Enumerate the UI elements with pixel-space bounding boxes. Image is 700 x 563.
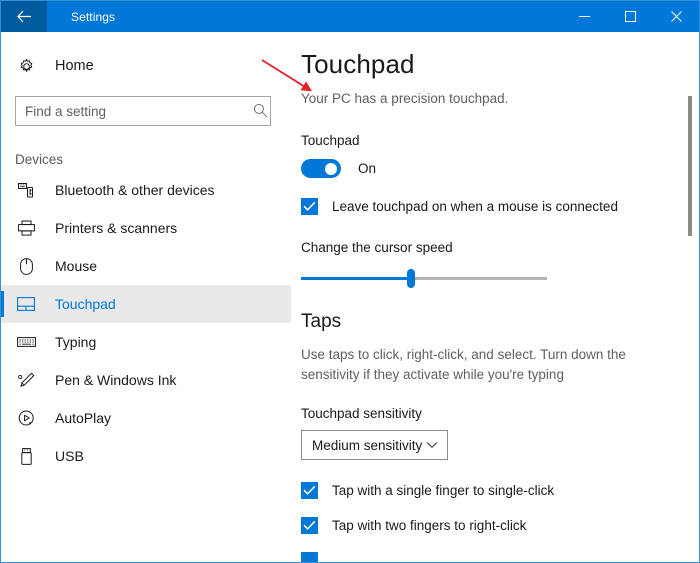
checkbox-tap-single-finger[interactable] (301, 482, 318, 500)
sidebar-label-printers: Printers & scanners (55, 220, 178, 236)
pen-icon (15, 372, 37, 389)
tap-single-finger-checkbox-row[interactable]: Tap with a single finger to single-click (301, 482, 699, 500)
taps-description: Use taps to click, right-click, and sele… (301, 347, 626, 382)
back-button[interactable] (1, 1, 47, 32)
window-controls (561, 1, 699, 32)
sidebar-item-mouse[interactable]: Mouse (1, 247, 291, 285)
sidebar-item-touchpad[interactable]: Touchpad (1, 285, 291, 323)
gear-icon (15, 58, 37, 75)
sidebar: Home Devices (1, 32, 291, 562)
window-body: Home Devices (1, 32, 699, 562)
clipped-checkbox-row[interactable] (301, 552, 699, 562)
touchpad-toggle[interactable] (301, 159, 341, 178)
touchpad-toggle-row: On (301, 159, 699, 178)
sidebar-label-usb: USB (55, 448, 84, 464)
sidebar-label-bluetooth: Bluetooth & other devices (55, 182, 215, 198)
usb-icon (15, 447, 37, 465)
keyboard-icon (15, 336, 37, 348)
main-panel: Touchpad Your PC has a precision touchpa… (291, 32, 699, 562)
sidebar-label-mouse: Mouse (55, 258, 98, 274)
sidebar-label-autoplay: AutoPlay (55, 410, 112, 426)
title-bar: Settings (1, 1, 699, 32)
leave-touchpad-on-label: Leave touchpad on when a mouse is connec… (332, 199, 618, 214)
tap-two-fingers-label: Tap with two fingers to right-click (332, 518, 527, 534)
autoplay-icon (15, 410, 37, 427)
sidebar-item-bluetooth-other-devices[interactable]: Bluetooth & other devices (1, 171, 291, 209)
touchpad-section-label: Touchpad (301, 133, 360, 148)
bluetooth-devices-icon (15, 182, 37, 198)
sidebar-label-typing: Typing (55, 334, 97, 350)
mouse-icon (15, 257, 37, 275)
touchpad-sensitivity-dropdown[interactable]: Medium sensitivity (301, 430, 448, 461)
maximize-button[interactable] (607, 1, 653, 32)
sidebar-home-label: Home (55, 58, 94, 74)
window-title: Settings (71, 9, 116, 24)
settings-window: Settings Home Find a setting Devices Blu… (0, 0, 700, 563)
checkbox-leave-touchpad-on[interactable] (301, 198, 318, 215)
tap-single-finger-label: Tap with a single finger to single-click (332, 483, 555, 499)
sidebar-item-printers-scanners[interactable]: Printers & scanners (1, 209, 291, 247)
touchpad-icon (15, 297, 37, 311)
touchpad-sensitivity-label: Touchpad sensitivity (301, 406, 422, 422)
touchpad-toggle-state: On (358, 161, 377, 176)
sidebar-item-home[interactable]: Home (1, 48, 291, 84)
cursor-speed-label: Change the cursor speed (301, 240, 453, 255)
close-button[interactable] (653, 1, 699, 32)
tap-two-fingers-checkbox-row[interactable]: Tap with two fingers to right-click (301, 517, 699, 535)
taps-heading: Taps (301, 311, 342, 332)
sidebar-item-pen-windows-ink[interactable]: Pen & Windows Ink (1, 361, 291, 399)
scrollbar-thumb[interactable] (688, 96, 692, 236)
cursor-speed-slider[interactable] (301, 269, 547, 288)
leave-touchpad-on-checkbox-row[interactable]: Leave touchpad on when a mouse is connec… (301, 198, 699, 215)
checkbox-clipped[interactable] (301, 552, 318, 562)
sidebar-group-title: Devices (15, 152, 64, 167)
checkbox-tap-two-fingers[interactable] (301, 517, 318, 535)
page-title: Touchpad (301, 49, 415, 79)
sidebar-label-touchpad: Touchpad (55, 296, 116, 312)
vertical-scrollbar[interactable] (684, 32, 696, 562)
slider-thumb[interactable] (407, 269, 415, 288)
minimize-button[interactable] (561, 1, 607, 32)
toggle-knob (325, 162, 337, 175)
page-subtitle: Your PC has a precision touchpad. (301, 91, 509, 106)
touchpad-sensitivity-value: Medium sensitivity (312, 437, 423, 453)
slider-fill (301, 277, 412, 280)
printer-icon (15, 220, 37, 236)
sidebar-item-typing[interactable]: Typing (1, 323, 291, 361)
search-box (15, 96, 277, 126)
chevron-down-icon (426, 441, 438, 449)
search-input[interactable] (15, 96, 271, 126)
sidebar-item-autoplay[interactable]: AutoPlay (1, 399, 291, 437)
sidebar-label-pen: Pen & Windows Ink (55, 372, 177, 388)
sidebar-item-usb[interactable]: USB (1, 437, 291, 475)
